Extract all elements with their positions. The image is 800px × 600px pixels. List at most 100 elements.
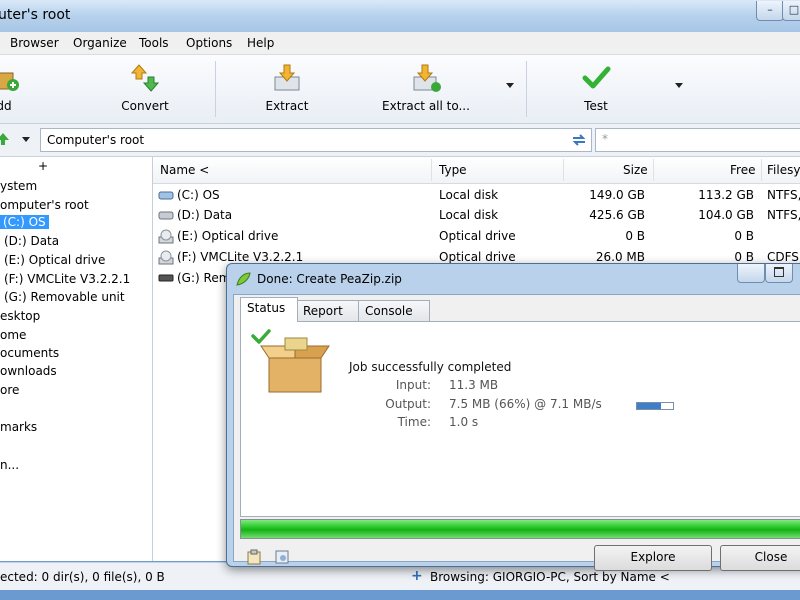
explore-button[interactable]: Explore	[594, 545, 712, 571]
toolbar-separator	[215, 61, 216, 117]
tree-item-d-drive[interactable]: (D:) Data	[4, 234, 59, 248]
extract-all-button[interactable]: Extract all to...	[378, 55, 474, 123]
refresh-icon[interactable]	[571, 133, 587, 147]
save-log-icon[interactable]	[274, 549, 290, 565]
optical-drive-icon	[158, 229, 174, 244]
column-separator	[653, 159, 654, 181]
column-free[interactable]: Free	[730, 163, 755, 177]
tree-item-system[interactable]: ystem	[0, 179, 37, 193]
list-header: Name < Type Size Free Filesy	[153, 157, 800, 184]
column-name[interactable]: Name <	[160, 163, 209, 177]
job-progress-bar	[240, 519, 800, 539]
tree-item-computer-root[interactable]: omputer's root	[0, 198, 89, 212]
add-archive-icon	[0, 72, 19, 91]
column-separator	[761, 159, 762, 181]
taskbar-strip	[0, 590, 800, 600]
output-value: 7.5 MB (66%) @ 7.1 MB/s	[449, 397, 602, 411]
tab-console[interactable]: Console	[358, 300, 430, 321]
title-bar: uter's root – □	[0, 0, 800, 32]
job-message: Job successfully completed	[349, 360, 512, 374]
dialog-title: Done: Create PeaZip.zip	[257, 272, 402, 286]
compression-ratio-fill	[637, 403, 661, 409]
tree-item-home[interactable]: ome	[0, 328, 26, 342]
compression-ratio-bar	[636, 402, 674, 410]
menu-options[interactable]: Options	[186, 36, 232, 50]
up-arrow-icon[interactable]	[0, 132, 10, 146]
tree-item-documents[interactable]: ocuments	[0, 346, 59, 360]
minimize-icon: –	[767, 3, 773, 16]
extract-icon	[274, 64, 300, 91]
removable-drive-icon	[158, 274, 174, 282]
list-row[interactable]: (E:) Optical drive Optical drive 0 B 0 B	[153, 226, 800, 247]
close-button[interactable]: Close	[720, 545, 800, 571]
tree-item-c-drive[interactable]: (C:) OS	[0, 215, 49, 229]
column-size[interactable]: Size	[623, 163, 648, 177]
dialog-minimize-button[interactable]	[737, 264, 765, 283]
minimize-button[interactable]: –	[756, 1, 784, 21]
extract-all-icon	[413, 64, 441, 92]
peazip-window: uter's root – □ Browser Organize Tools O…	[0, 0, 800, 600]
input-label: Input:	[395, 378, 431, 392]
time-label: Time:	[397, 415, 431, 429]
history-dropdown-icon[interactable]	[22, 137, 30, 142]
maximize-icon	[774, 267, 784, 277]
job-progress-fill	[241, 520, 800, 538]
toolbar: dd Convert Extract Extract all to... Tes…	[0, 55, 800, 124]
menu-help[interactable]: Help	[247, 36, 274, 50]
add-button[interactable]: dd	[0, 55, 24, 123]
optical-drive-icon	[158, 250, 174, 265]
extract-button[interactable]: Extract	[252, 55, 322, 123]
tree-item-other[interactable]: n...	[0, 458, 19, 472]
test-dropdown-icon[interactable]	[675, 83, 683, 88]
column-separator	[563, 159, 564, 181]
output-label: Output:	[385, 397, 431, 411]
column-filesystem[interactable]: Filesy	[767, 163, 800, 177]
hard-disk-icon	[158, 211, 174, 220]
time-value: 1.0 s	[449, 415, 479, 429]
extract-all-dropdown-icon[interactable]	[506, 83, 514, 88]
hard-disk-icon	[158, 191, 174, 200]
checkmark-icon	[582, 66, 611, 89]
tree-expand-icon[interactable]: +	[38, 159, 48, 173]
status-selection: ected: 0 dir(s), 0 file(s), 0 B	[0, 570, 165, 584]
tab-status[interactable]: Status	[240, 297, 298, 322]
navigation-tree: + ystem omputer's root (C:) OS (D:) Data…	[0, 157, 153, 561]
convert-button[interactable]: Convert	[110, 55, 180, 123]
filter-input[interactable]: *	[595, 128, 800, 152]
tree-item-g-drive[interactable]: (G:) Removable unit	[4, 290, 125, 304]
menu-tools[interactable]: Tools	[139, 36, 169, 50]
plus-icon[interactable]: +	[411, 568, 423, 584]
input-value: 11.3 MB	[449, 378, 499, 392]
status-panel: Job successfully completed Input: 11.3 M…	[240, 321, 800, 517]
convert-icon	[130, 64, 160, 92]
tab-report[interactable]: Report	[296, 300, 360, 321]
dialog-body: Status Report Console Job successfully c…	[233, 294, 800, 571]
peazip-logo-icon	[236, 272, 251, 286]
column-separator	[431, 159, 432, 181]
tree-item-f-drive[interactable]: (F:) VMCLite V3.2.2.1	[4, 272, 130, 286]
tree-item-downloads[interactable]: ownloads	[0, 364, 57, 378]
menu-bar: Browser Organize Tools Options Help	[0, 32, 800, 55]
list-row[interactable]: (C:) OS Local disk 149.0 GB 113.2 GB NTF…	[153, 185, 800, 206]
tree-item-more[interactable]: ore	[0, 383, 19, 397]
tree-item-e-drive[interactable]: (E:) Optical drive	[4, 253, 105, 267]
menu-organize[interactable]: Organize	[73, 36, 127, 50]
clipboard-icon[interactable]	[246, 549, 262, 565]
tree-item-desktop[interactable]: esktop	[0, 309, 40, 323]
list-row[interactable]: (D:) Data Local disk 425.6 GB 104.0 GB N…	[153, 205, 800, 226]
maximize-button[interactable]: □	[782, 1, 800, 21]
address-input[interactable]: Computer's root	[40, 128, 592, 152]
job-done-dialog: Done: Create PeaZip.zip Status Report Co…	[226, 263, 800, 571]
test-button[interactable]: Test	[566, 55, 626, 123]
dialog-footer: Explore Close	[234, 541, 800, 571]
toolbar-separator	[526, 61, 527, 117]
dialog-maximize-button[interactable]	[765, 264, 793, 283]
tree-item-bookmarks[interactable]: marks	[0, 420, 37, 434]
address-bar: Computer's root *	[0, 124, 800, 157]
column-type[interactable]: Type	[439, 163, 467, 177]
archive-box-icon	[260, 337, 330, 393]
window-title: uter's root	[0, 7, 71, 23]
menu-browser[interactable]: Browser	[10, 36, 59, 50]
status-browsing: Browsing: GIORGIO-PC, Sort by Name <	[430, 570, 670, 584]
maximize-icon: □	[788, 3, 800, 16]
